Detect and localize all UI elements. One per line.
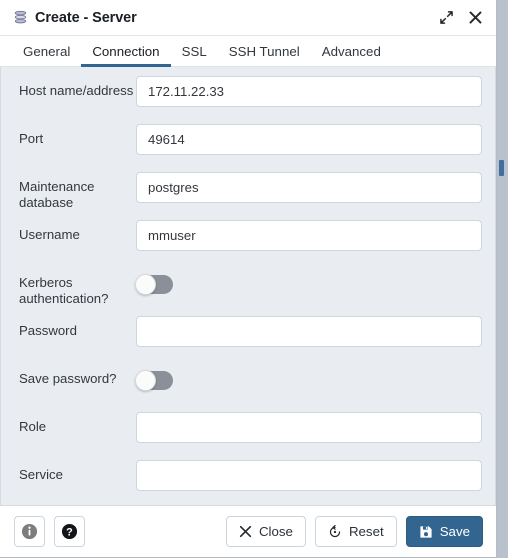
create-server-dialog: Create - Server General Connection SSL S…: [0, 0, 497, 558]
tab-advanced[interactable]: Advanced: [311, 36, 392, 66]
label-port: Port: [19, 131, 44, 146]
tab-ssh-tunnel[interactable]: SSH Tunnel: [218, 36, 311, 66]
field-row-role: Role: [1, 412, 482, 450]
help-button[interactable]: ?: [54, 516, 85, 547]
server-stack-icon: [13, 10, 28, 25]
maintenance-database-input[interactable]: [136, 172, 482, 203]
field-row-host: Host name/address: [1, 76, 482, 114]
help-question-icon: ?: [61, 523, 78, 540]
tab-connection[interactable]: Connection: [81, 36, 171, 67]
username-input[interactable]: [136, 220, 482, 251]
close-x-icon[interactable]: [468, 10, 483, 25]
reset-button-label: Reset: [348, 524, 384, 539]
port-input[interactable]: [136, 124, 482, 155]
label-host: Host name/address: [19, 83, 134, 98]
tab-general[interactable]: General: [12, 36, 81, 66]
svg-text:?: ?: [66, 526, 73, 538]
save-button[interactable]: Save: [405, 516, 483, 547]
dialog-title: Create - Server: [35, 9, 137, 26]
close-x-icon: [239, 525, 252, 538]
dialog-footer: ? Close Reset Save: [0, 505, 496, 557]
field-row-password: Password: [1, 316, 482, 354]
close-button[interactable]: Close: [225, 516, 306, 547]
toggle-knob: [135, 369, 156, 391]
label-service: Service: [19, 467, 63, 482]
label-maintenance-database: Maintenance database: [19, 179, 95, 210]
service-input[interactable]: [136, 460, 482, 491]
kerberos-authentication-toggle[interactable]: [135, 273, 173, 295]
label-kerberos-authentication: Kerberos authentication?: [19, 275, 109, 306]
close-button-label: Close: [258, 524, 293, 539]
connection-form: Host name/address Port Maintenance datab…: [0, 67, 496, 505]
label-role: Role: [19, 419, 47, 434]
label-password: Password: [19, 323, 77, 338]
titlebar-controls: [439, 10, 486, 25]
save-floppy-icon: [419, 525, 433, 539]
field-row-service: Service: [1, 460, 482, 498]
field-row-save-password: Save password?: [1, 364, 482, 402]
info-circle-icon: [21, 523, 38, 540]
field-row-maintenance-database: Maintenance database: [1, 172, 482, 210]
role-input[interactable]: [136, 412, 482, 443]
password-input[interactable]: [136, 316, 482, 347]
tab-ssl[interactable]: SSL: [171, 36, 218, 66]
titlebar-left: Create - Server: [13, 10, 439, 26]
dialog-titlebar: Create - Server: [0, 0, 496, 36]
host-input[interactable]: [136, 76, 482, 107]
reset-rotate-icon: [328, 524, 342, 539]
field-row-kerberos-authentication: Kerberos authentication?: [1, 268, 482, 306]
label-save-password: Save password?: [19, 371, 117, 386]
kerberos-toggle-wrap: [135, 268, 482, 299]
field-row-port: Port: [1, 124, 482, 162]
info-button[interactable]: [14, 516, 45, 547]
dialog-tabs: General Connection SSL SSH Tunnel Advanc…: [0, 36, 496, 67]
expand-diagonal-icon[interactable]: [439, 10, 454, 25]
app-root: Create - Server General Connection SSL S…: [0, 0, 508, 558]
save-password-toggle-wrap: [135, 364, 482, 395]
save-password-toggle[interactable]: [135, 369, 173, 391]
field-row-username: Username: [1, 220, 482, 258]
save-button-label: Save: [439, 524, 470, 539]
label-username: Username: [19, 227, 80, 242]
reset-button[interactable]: Reset: [314, 516, 397, 547]
toggle-knob: [135, 273, 156, 295]
edge-marker: [499, 160, 504, 176]
